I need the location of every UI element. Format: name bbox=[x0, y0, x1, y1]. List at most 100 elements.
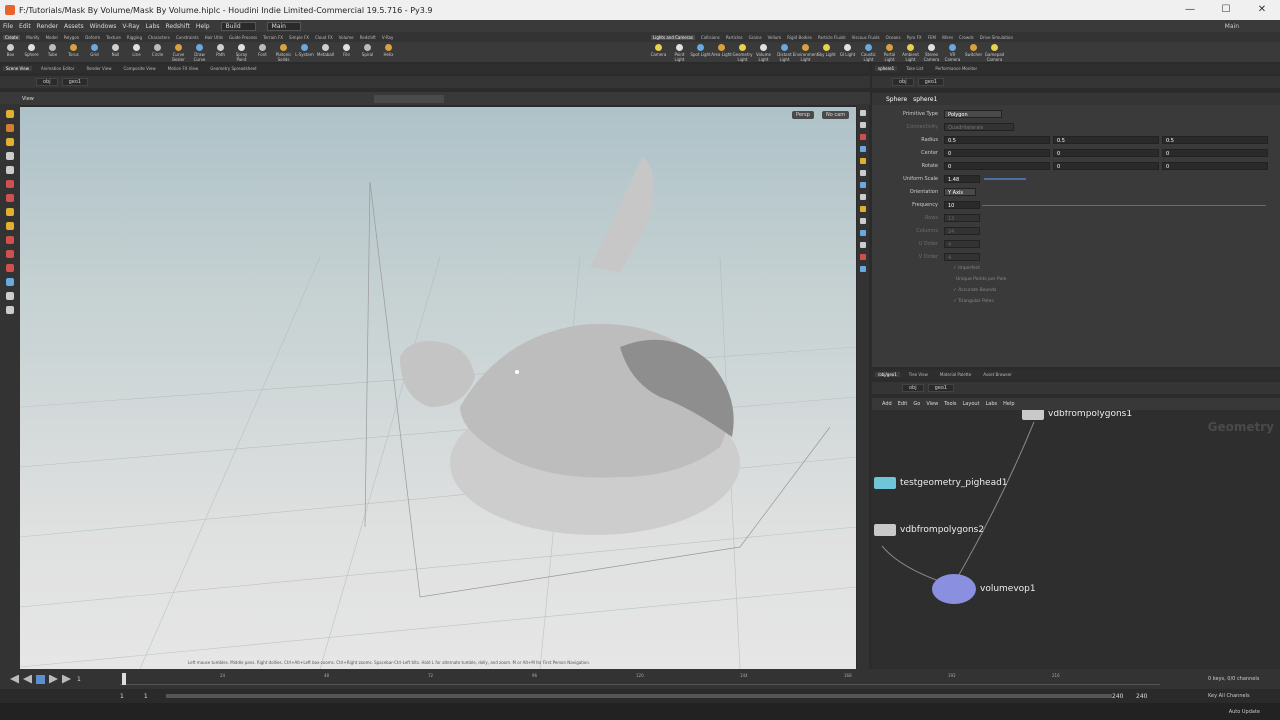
display-icon[interactable] bbox=[860, 110, 866, 116]
tab-parameters[interactable]: sphere1 bbox=[875, 66, 898, 71]
minimize-button[interactable]: — bbox=[1172, 0, 1208, 20]
network-menu-tools[interactable]: Tools bbox=[944, 401, 956, 407]
network-menu-add[interactable]: Add bbox=[882, 401, 892, 407]
shelf-tab[interactable]: Create bbox=[3, 34, 21, 40]
shelf-tab[interactable]: Viscous Fluids bbox=[852, 35, 880, 40]
unique-points-checkbox[interactable]: Unique Points per Pole bbox=[953, 277, 1006, 282]
tab-scene-view[interactable]: Scene View bbox=[3, 66, 32, 71]
shelf-tab[interactable]: Cloud FX bbox=[315, 35, 333, 40]
main-label[interactable]: Main bbox=[1225, 23, 1239, 30]
shelf-tool[interactable]: Spot Light bbox=[690, 42, 711, 62]
tab-take-list[interactable]: Take List bbox=[903, 66, 926, 71]
tab-composite-view[interactable]: Composite View bbox=[121, 66, 159, 71]
menu-vray[interactable]: V-Ray bbox=[122, 23, 139, 30]
rotate-tool-icon[interactable] bbox=[6, 138, 14, 146]
end-frame-field[interactable]: 240 bbox=[1112, 693, 1123, 700]
columns-field[interactable]: 24 bbox=[944, 227, 980, 235]
shelf-tool[interactable]: Grid bbox=[84, 42, 105, 62]
rows-field[interactable]: 13 bbox=[944, 214, 980, 222]
shelf-tab[interactable]: Lights and Cameras bbox=[651, 34, 695, 40]
current-frame-field[interactable]: 1 bbox=[77, 676, 81, 683]
uniform-scale-slider[interactable] bbox=[984, 178, 1026, 180]
radius-x-field[interactable]: 0.5 bbox=[944, 136, 1050, 144]
timeline-ruler[interactable]: 1 24 48 72 96 120 144 168 192 216 bbox=[120, 673, 1160, 685]
shelf-tool[interactable]: Helix bbox=[378, 42, 399, 62]
display-icon[interactable] bbox=[860, 122, 866, 128]
menu-render[interactable]: Render bbox=[37, 23, 58, 30]
uniform-scale-field[interactable]: 1.48 bbox=[944, 175, 980, 183]
shelf-tool[interactable]: Environment Light bbox=[793, 42, 818, 62]
shelf-tool[interactable]: Curve Bezier bbox=[168, 42, 189, 62]
auto-update-button[interactable]: Auto Update bbox=[1229, 709, 1260, 715]
shelf-tab[interactable]: Constraints bbox=[176, 35, 199, 40]
shelf-tool[interactable]: Stereo Camera bbox=[921, 42, 942, 62]
path-obj[interactable]: obj bbox=[902, 384, 924, 392]
network-menu-layout[interactable]: Layout bbox=[963, 401, 980, 407]
center-z-field[interactable]: 0 bbox=[1162, 149, 1268, 157]
stop-icon[interactable] bbox=[36, 674, 45, 684]
magnet-icon[interactable] bbox=[6, 236, 14, 244]
shelf-tool[interactable]: VR Camera bbox=[942, 42, 963, 62]
display-icon[interactable] bbox=[6, 278, 14, 286]
menu-file[interactable]: File bbox=[3, 23, 13, 30]
network-menu-go[interactable]: Go bbox=[913, 401, 920, 407]
rotate-z-field[interactable]: 0 bbox=[1162, 162, 1268, 170]
lock-icon[interactable] bbox=[6, 306, 14, 314]
time-cursor[interactable] bbox=[122, 673, 126, 685]
shelf-tool[interactable]: Null bbox=[105, 42, 126, 62]
display-icon[interactable] bbox=[860, 146, 866, 152]
menu-assets[interactable]: Assets bbox=[64, 23, 84, 30]
rotate-y-field[interactable]: 0 bbox=[1053, 162, 1159, 170]
shelf-tool[interactable]: Font bbox=[252, 42, 273, 62]
shelf-tab[interactable]: FEM bbox=[928, 35, 936, 40]
select-tool-icon[interactable] bbox=[6, 110, 14, 118]
maximize-button[interactable]: ☐ bbox=[1208, 0, 1244, 20]
display-icon[interactable] bbox=[860, 134, 866, 140]
shelf-tab[interactable]: Oceans bbox=[886, 35, 901, 40]
center-y-field[interactable]: 0 bbox=[1053, 149, 1159, 157]
shelf-tab[interactable]: Crowds bbox=[959, 35, 974, 40]
shelf-tab[interactable]: Texture bbox=[106, 35, 121, 40]
shelf-tool[interactable]: Switcher bbox=[963, 42, 984, 62]
shelf-tab[interactable]: V-Ray bbox=[382, 35, 393, 40]
shelf-tool[interactable]: Area Light bbox=[711, 42, 732, 62]
frequency-slider[interactable] bbox=[982, 204, 1266, 206]
connectivity-select[interactable]: Quadrilaterals bbox=[944, 123, 1014, 131]
paint-icon[interactable] bbox=[6, 264, 14, 272]
display-icon[interactable] bbox=[860, 242, 866, 248]
key-all-channels[interactable]: Key All Channels bbox=[1208, 693, 1250, 699]
play-reverse-icon[interactable] bbox=[23, 675, 32, 684]
brush-tool-icon[interactable] bbox=[6, 194, 14, 202]
shelf-tab[interactable]: Particle Fluids bbox=[818, 35, 846, 40]
start-frame-field[interactable]: 1 bbox=[144, 693, 148, 700]
shelf-tool[interactable]: Caustic Light bbox=[858, 42, 879, 62]
shelf-tool[interactable]: Geometry Light bbox=[732, 42, 753, 62]
network-menu-help[interactable]: Help bbox=[1003, 401, 1014, 407]
shelf-tool[interactable]: Volume Light bbox=[753, 42, 774, 62]
display-icon[interactable] bbox=[860, 194, 866, 200]
tab-geometry-spreadsheet[interactable]: Geometry Spreadsheet bbox=[207, 66, 259, 71]
shelf-tool[interactable]: Line bbox=[126, 42, 147, 62]
shelf-tab[interactable]: Modify bbox=[26, 35, 39, 40]
shelf-tab[interactable]: Wires bbox=[942, 35, 953, 40]
shelf-tool[interactable]: Torus bbox=[63, 42, 84, 62]
shelf-tab[interactable]: Grains bbox=[749, 35, 762, 40]
path-geo[interactable]: geo1 bbox=[917, 78, 945, 86]
range-slider[interactable] bbox=[166, 694, 1112, 698]
play-icon[interactable] bbox=[49, 674, 58, 684]
tab-performance-monitor[interactable]: Performance Monitor bbox=[932, 66, 980, 71]
shelf-tab[interactable]: Pyro FX bbox=[907, 35, 922, 40]
shelf-tool[interactable]: Sphere bbox=[21, 42, 42, 62]
frequency-field[interactable]: 10 bbox=[944, 201, 980, 209]
node-name-field[interactable]: sphere1 bbox=[913, 96, 937, 103]
context-dropdown[interactable]: Main bbox=[266, 21, 301, 31]
shelf-tool[interactable]: Platonic Solids bbox=[273, 42, 294, 62]
jump-start-icon[interactable] bbox=[10, 675, 19, 684]
display-icon[interactable] bbox=[860, 158, 866, 164]
shelf-tool[interactable]: Portal Light bbox=[879, 42, 900, 62]
tab-motion-fx-view[interactable]: Motion FX View bbox=[165, 66, 202, 71]
uorder-field[interactable]: 4 bbox=[944, 240, 980, 248]
shelf-tab[interactable]: Terrain FX bbox=[263, 35, 283, 40]
tab-material-palette[interactable]: Material Palette bbox=[937, 372, 974, 377]
tab-animation-editor[interactable]: Animation Editor bbox=[38, 66, 78, 71]
